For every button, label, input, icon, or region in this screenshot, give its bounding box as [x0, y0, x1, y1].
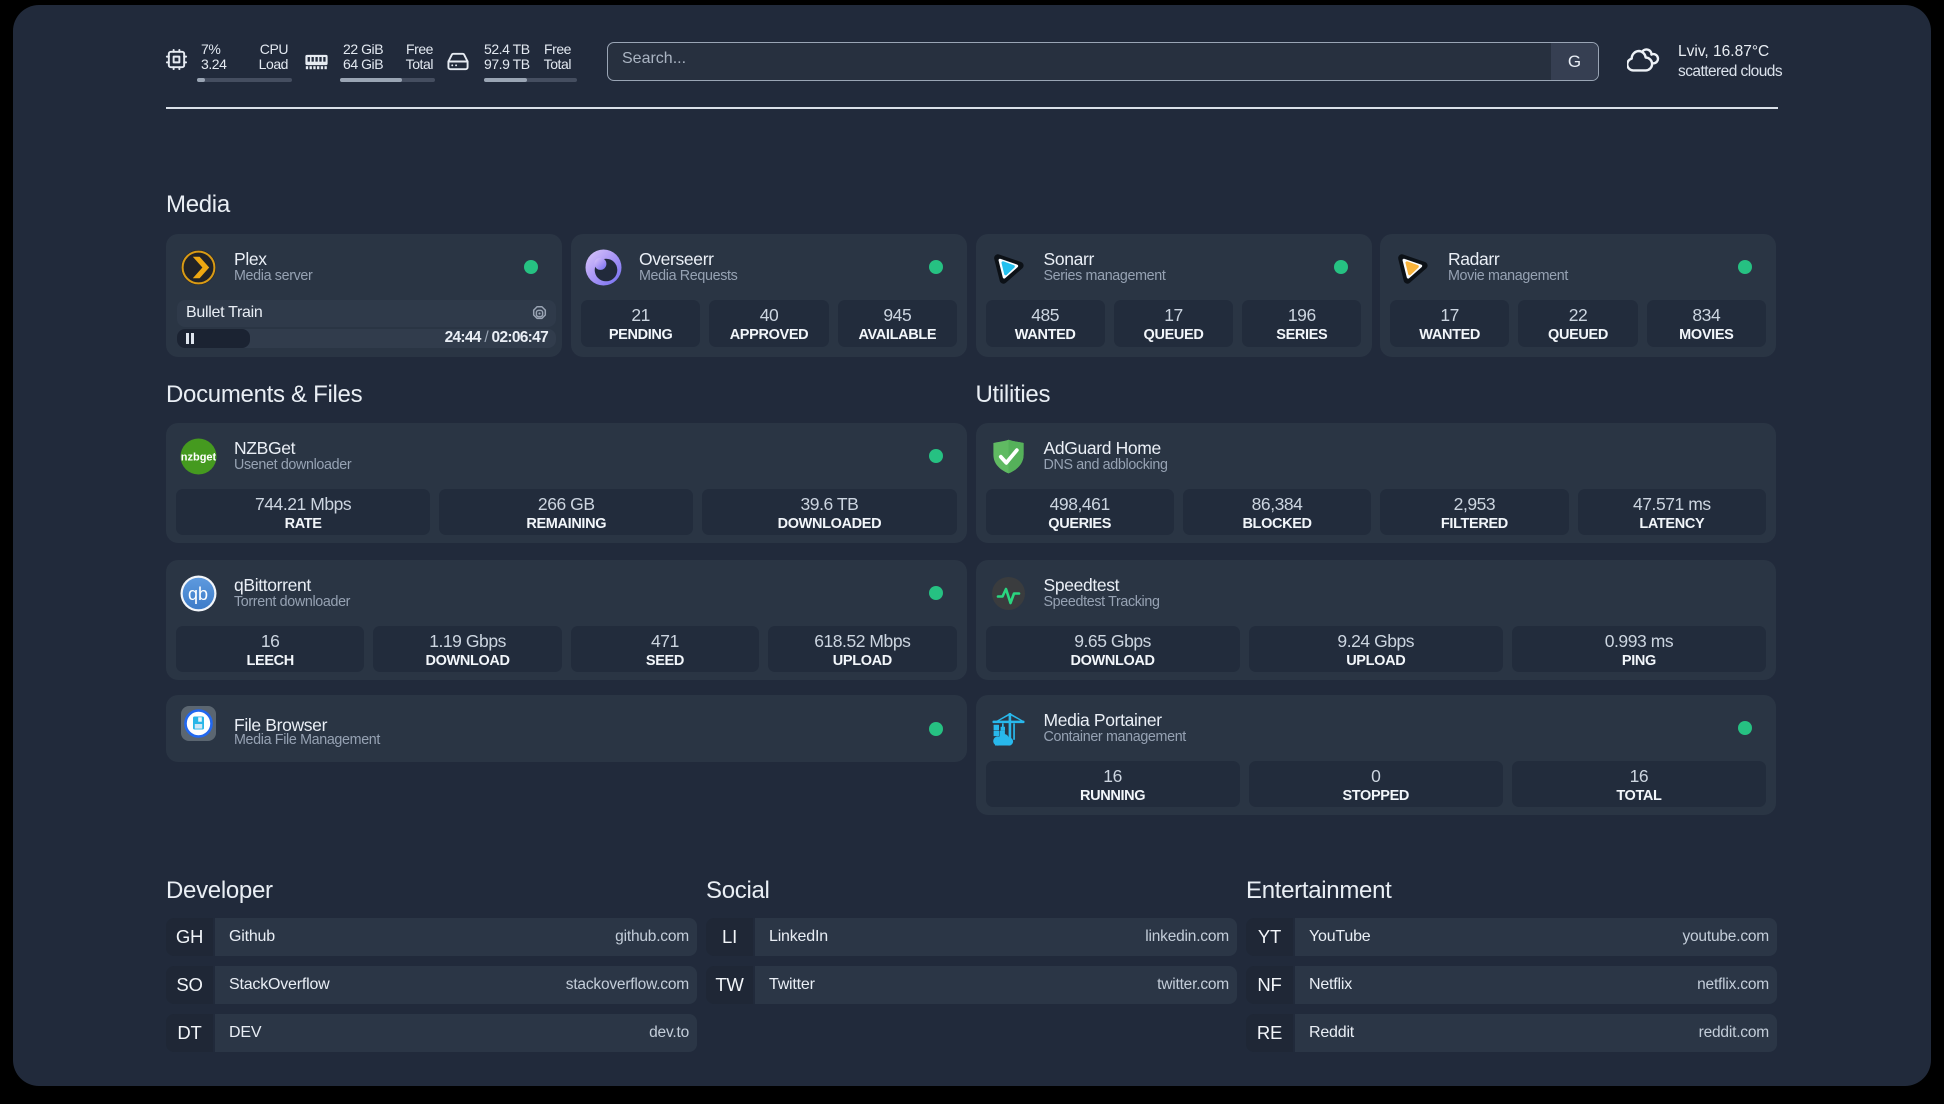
svg-text:qb: qb [188, 584, 208, 604]
svg-text:nzbget: nzbget [181, 452, 217, 464]
